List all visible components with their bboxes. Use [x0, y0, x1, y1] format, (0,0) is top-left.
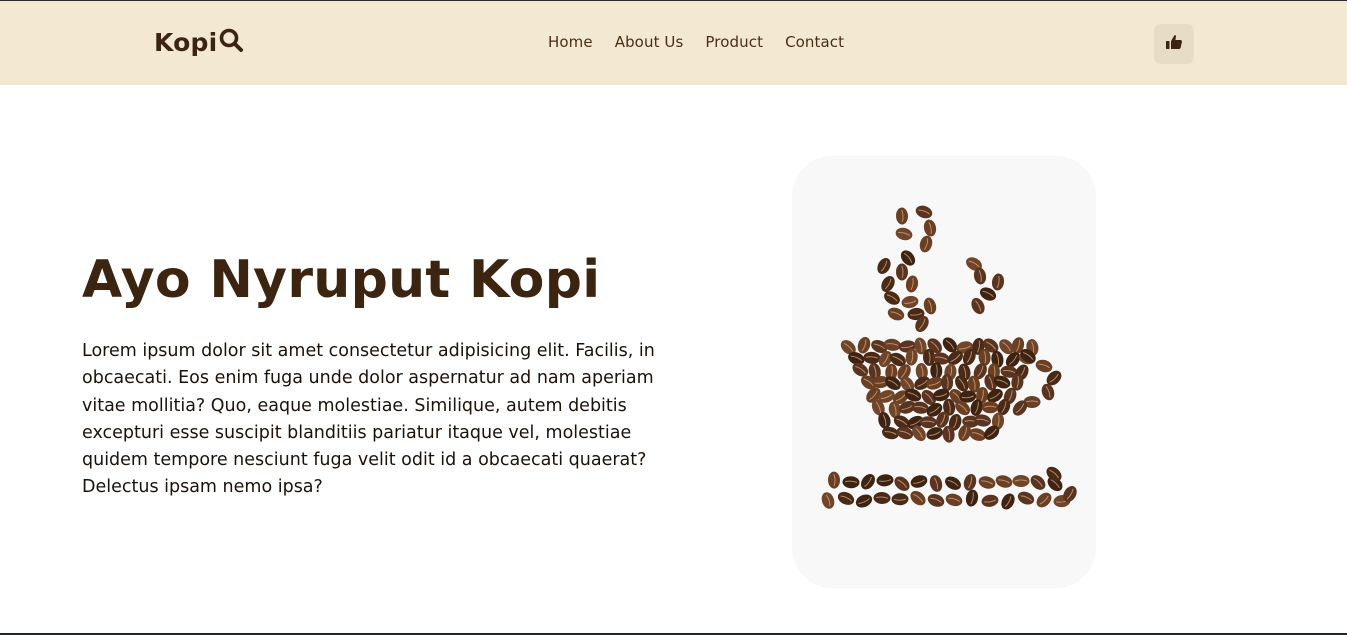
coffee-bean — [881, 276, 895, 292]
coffee-bean — [910, 475, 928, 488]
coffee-bean — [901, 295, 919, 309]
coffee-bean — [873, 491, 891, 505]
nav-home-link[interactable]: Home — [548, 33, 593, 51]
coffee-bean — [887, 307, 905, 321]
coffee-bean — [1035, 359, 1053, 373]
coffee-bean — [877, 257, 891, 275]
coffee-bean — [963, 473, 977, 491]
like-button[interactable] — [1154, 24, 1194, 64]
coffee-bean — [929, 475, 943, 492]
coffee-bean — [1017, 491, 1035, 505]
nav-contact-link[interactable]: Contact — [785, 33, 844, 51]
coffee-bean — [861, 473, 875, 490]
coffee-bean — [894, 476, 910, 491]
coffee-bean — [915, 205, 933, 219]
coffee-bean — [863, 351, 881, 364]
hero-description: Lorem ipsum dolor sit amet consectetur a… — [82, 341, 655, 498]
coffee-bean — [837, 491, 855, 505]
coffee-bean — [1001, 493, 1015, 510]
coffee-bean — [995, 475, 1013, 488]
coffee-bean — [895, 227, 913, 241]
coffee-bean — [855, 494, 873, 508]
coffee-bean — [991, 273, 1005, 291]
coffee-bean — [1041, 383, 1055, 401]
magnifier-icon — [218, 27, 244, 59]
coffee-bean — [981, 401, 999, 414]
coffee-bean-cup-image — [792, 156, 1096, 588]
brand-logo[interactable]: Kopi — [154, 26, 244, 59]
main-nav: Home About Us Product Contact — [548, 33, 844, 51]
coffee-bean — [978, 476, 996, 489]
coffee-bean — [1012, 475, 1030, 487]
coffee-bean — [905, 275, 919, 293]
coffee-bean — [927, 494, 945, 507]
coffee-bean — [827, 471, 841, 489]
coffee-bean — [923, 219, 937, 237]
coffee-bean — [876, 474, 894, 487]
coffee-bean — [895, 207, 909, 225]
coffee-bean — [981, 494, 999, 507]
thumbs-up-icon — [1165, 34, 1183, 54]
coffee-bean — [821, 492, 835, 509]
coffee-bean — [895, 263, 909, 281]
nav-about-link[interactable]: About Us — [615, 33, 684, 51]
coffee-bean — [1036, 492, 1052, 508]
coffee-bean — [910, 490, 926, 506]
brand-name: Kopi — [154, 28, 218, 57]
hero-title: Ayo Nyruput Kopi — [82, 250, 601, 310]
coffee-bean — [891, 493, 909, 506]
coffee-bean — [919, 235, 933, 253]
coffee-bean — [945, 476, 961, 490]
coffee-bean — [965, 489, 979, 507]
nav-product-link[interactable]: Product — [705, 33, 763, 51]
coffee-bean — [945, 493, 963, 507]
coffee-bean — [842, 476, 860, 489]
navbar: Kopi Home About Us Product Contact — [0, 1, 1347, 85]
coffee-bean — [1030, 475, 1046, 490]
